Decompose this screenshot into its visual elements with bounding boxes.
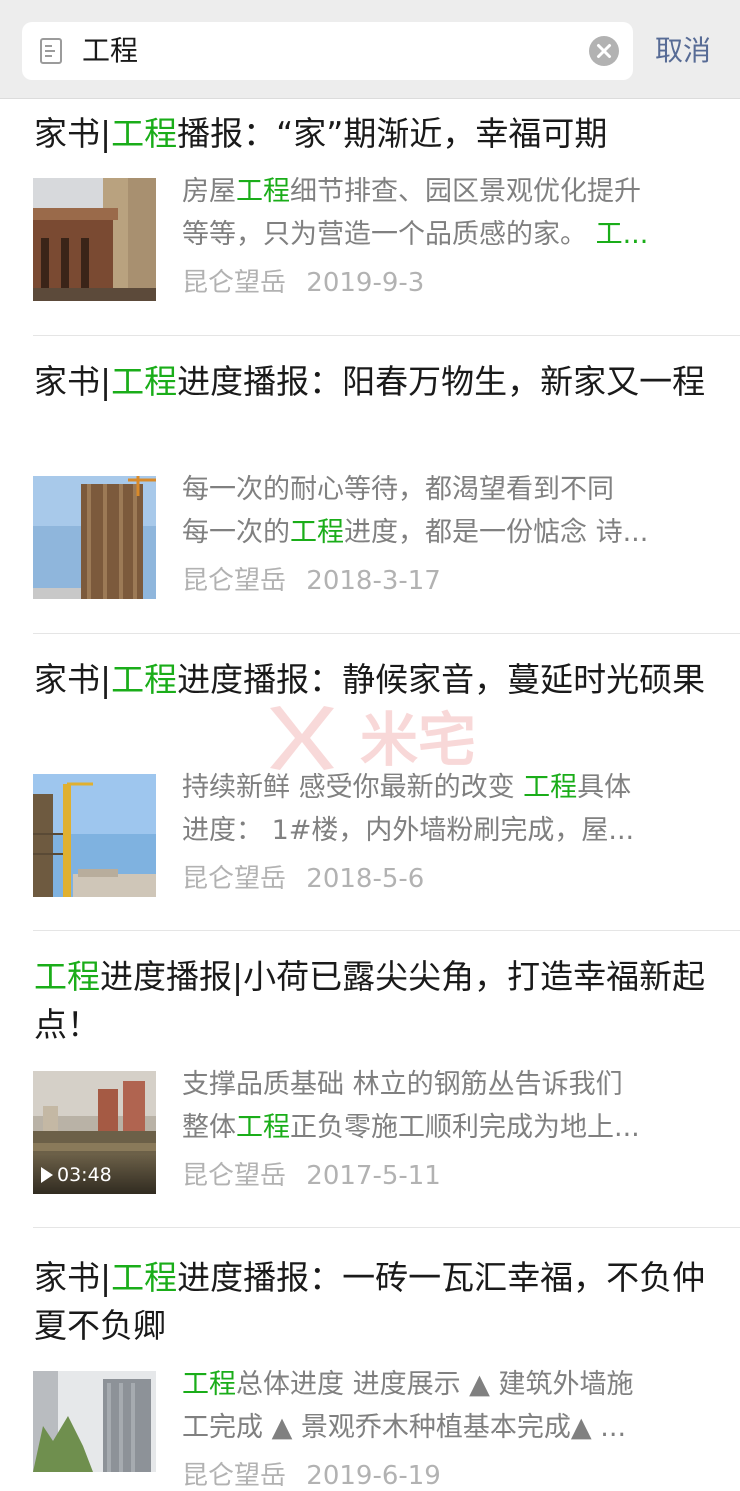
keyword-highlight: 工程 bbox=[34, 957, 100, 996]
text-segment: 进度： 1#楼，内外墙粉刷完成，屋... bbox=[182, 815, 635, 846]
text-segment: 进度播报：静候家音，蔓延时光硕果 bbox=[177, 660, 706, 699]
result-title[interactable]: 家书|工程进度播报：阳春万物生，新家又一程 bbox=[34, 358, 714, 406]
text-segment: 家书| bbox=[34, 660, 112, 699]
result-title[interactable]: 工程进度播报|小荷已露尖尖角，打造幸福新起点！ bbox=[34, 953, 714, 1049]
description-line: 等等，只为营造一个品质感的家。 工... bbox=[182, 213, 707, 256]
result-description: 房屋工程细节排查、园区景观优化提升 等等，只为营造一个品质感的家。 工... bbox=[182, 170, 707, 256]
text-segment: 持续新鲜 感受你最新的改变 bbox=[182, 772, 524, 803]
clear-icon[interactable] bbox=[589, 36, 619, 66]
divider bbox=[33, 633, 740, 634]
result-date: 2018-3-17 bbox=[306, 566, 441, 596]
building-image bbox=[33, 1371, 156, 1472]
text-segment: 具体 bbox=[577, 772, 632, 803]
video-badge: 03:48 bbox=[33, 1154, 156, 1194]
building-image bbox=[33, 178, 156, 301]
keyword-highlight: 工程 bbox=[111, 1258, 178, 1297]
search-header: 工程 取消 bbox=[0, 0, 740, 99]
result-date: 2018-5-6 bbox=[306, 864, 425, 894]
keyword-highlight: 工程 bbox=[290, 517, 344, 548]
result-thumbnail[interactable] bbox=[33, 1371, 156, 1472]
keyword-highlight: 工程 bbox=[523, 772, 578, 803]
result-date: 2019-6-19 bbox=[306, 1461, 441, 1491]
result-title[interactable]: 家书|工程进度播报：静候家音，蔓延时光硕果 bbox=[34, 656, 714, 704]
result-meta: 昆仑望岳 2017-5-11 bbox=[182, 1161, 453, 1191]
keyword-highlight: 工程 bbox=[111, 660, 178, 699]
description-line: 工完成 ▲ 景观乔木种植基本完成▲ ... bbox=[182, 1406, 707, 1449]
result-date: 2017-5-11 bbox=[306, 1161, 441, 1191]
description-line: 每一次的工程进度，都是一份惦念 诗... bbox=[182, 511, 707, 554]
text-segment: 家书| bbox=[34, 1258, 112, 1297]
play-icon bbox=[41, 1167, 53, 1183]
text-segment: 正负零施工顺利完成为地上... bbox=[290, 1112, 640, 1143]
result-source: 昆仑望岳 bbox=[182, 864, 287, 894]
result-title[interactable]: 家书|工程进度播报：一砖一瓦汇幸福，不负仲夏不负卿 bbox=[34, 1254, 714, 1350]
result-source: 昆仑望岳 bbox=[182, 1461, 287, 1491]
watermark-text: 米宅 bbox=[360, 706, 476, 774]
construction-image bbox=[33, 774, 156, 897]
description-line: 整体工程正负零施工顺利完成为地上... bbox=[182, 1106, 707, 1149]
result-thumbnail[interactable]: 03:48 bbox=[33, 1071, 156, 1194]
description-line: 工程总体进度 进度展示 ▲ 建筑外墙施 bbox=[182, 1363, 707, 1406]
result-description: 支撑品质基础 林立的钢筋丛告诉我们 整体工程正负零施工顺利完成为地上... bbox=[182, 1063, 707, 1149]
search-box[interactable]: 工程 bbox=[22, 22, 633, 80]
keyword-highlight: 工程 bbox=[182, 1369, 236, 1400]
text-segment: 整体 bbox=[182, 1112, 236, 1143]
keyword-highlight: 工程 bbox=[111, 114, 178, 153]
text-segment: 每一次的耐心等待，都渴望看到不同 bbox=[182, 474, 614, 505]
text-segment: 进度播报|小荷已露尖尖角，打造幸福新起点！ bbox=[34, 957, 706, 1044]
result-source: 昆仑望岳 bbox=[182, 1161, 287, 1191]
result-title[interactable]: 家书|工程播报：“家”期渐近，幸福可期 bbox=[34, 110, 714, 158]
divider bbox=[33, 335, 740, 336]
text-segment: 等等，只为营造一个品质感的家。 bbox=[182, 219, 596, 250]
result-description: 持续新鲜 感受你最新的改变 工程具体 进度： 1#楼，内外墙粉刷完成，屋... bbox=[182, 766, 707, 852]
text-segment: 细节排查、园区景观优化提升 bbox=[290, 176, 641, 207]
text-segment: 支撑品质基础 林立的钢筋丛告诉我们 bbox=[182, 1069, 623, 1100]
text-segment: 家书| bbox=[34, 114, 112, 153]
keyword-highlight: 工程 bbox=[111, 362, 178, 401]
result-description: 每一次的耐心等待，都渴望看到不同 每一次的工程进度，都是一份惦念 诗... bbox=[182, 468, 707, 554]
result-description: 工程总体进度 进度展示 ▲ 建筑外墙施 工完成 ▲ 景观乔木种植基本完成▲ ..… bbox=[182, 1363, 707, 1449]
result-thumbnail[interactable] bbox=[33, 774, 156, 897]
text-segment: 进度，都是一份惦念 诗... bbox=[344, 517, 649, 548]
description-line: 持续新鲜 感受你最新的改变 工程具体 bbox=[182, 766, 707, 809]
result-source: 昆仑望岳 bbox=[182, 566, 287, 596]
result-thumbnail[interactable] bbox=[33, 178, 156, 301]
divider bbox=[33, 1227, 740, 1228]
description-line: 房屋工程细节排查、园区景观优化提升 bbox=[182, 170, 707, 213]
divider bbox=[33, 930, 740, 931]
description-line: 进度： 1#楼，内外墙粉刷完成，屋... bbox=[182, 809, 707, 852]
result-source: 昆仑望岳 bbox=[182, 268, 287, 298]
result-meta: 昆仑望岳 2018-3-17 bbox=[182, 566, 453, 596]
result-meta: 昆仑望岳 2019-6-19 bbox=[182, 1461, 453, 1491]
keyword-highlight: 工程 bbox=[236, 176, 290, 207]
result-meta: 昆仑望岳 2019-9-3 bbox=[182, 268, 436, 298]
keyword-highlight: 工... bbox=[595, 219, 649, 250]
text-segment: 工完成 ▲ 景观乔木种植基本完成▲ ... bbox=[182, 1412, 627, 1443]
search-input[interactable]: 工程 bbox=[82, 34, 138, 68]
text-segment: 每一次的 bbox=[182, 517, 290, 548]
text-segment: 播报：“家”期渐近，幸福可期 bbox=[177, 114, 608, 153]
text-segment: 家书| bbox=[34, 362, 112, 401]
text-segment: 房屋 bbox=[182, 176, 236, 207]
description-line: 支撑品质基础 林立的钢筋丛告诉我们 bbox=[182, 1063, 707, 1106]
document-icon bbox=[40, 38, 62, 64]
text-segment: 进度播报：阳春万物生，新家又一程 bbox=[177, 362, 706, 401]
description-line: 每一次的耐心等待，都渴望看到不同 bbox=[182, 468, 707, 511]
keyword-highlight: 工程 bbox=[236, 1112, 290, 1143]
building-image bbox=[33, 476, 156, 599]
result-thumbnail[interactable] bbox=[33, 476, 156, 599]
text-segment: 总体进度 进度展示 ▲ 建筑外墙施 bbox=[236, 1369, 634, 1400]
result-date: 2019-9-3 bbox=[306, 268, 425, 298]
result-meta: 昆仑望岳 2018-5-6 bbox=[182, 864, 436, 894]
cancel-button[interactable]: 取消 bbox=[655, 34, 711, 68]
video-duration: 03:48 bbox=[57, 1164, 112, 1186]
